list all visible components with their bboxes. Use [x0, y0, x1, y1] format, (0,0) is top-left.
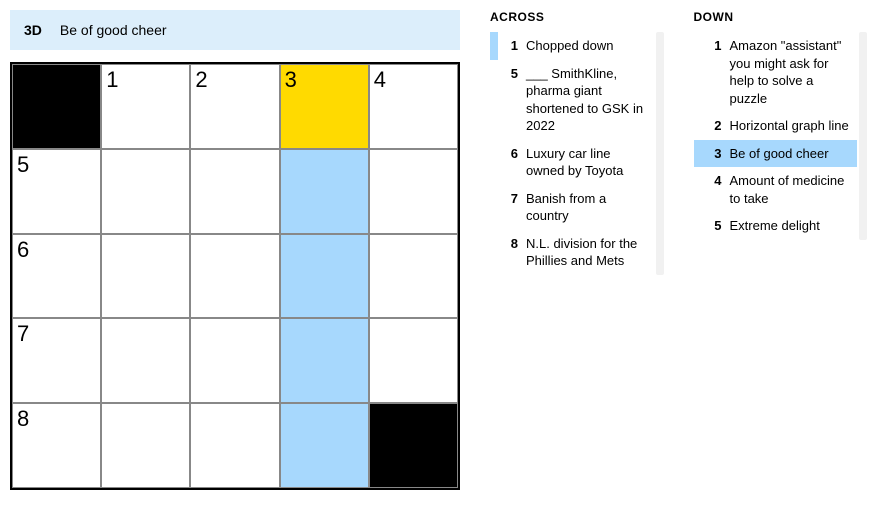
clue-text: ___ SmithKline, pharma giant shortened t… — [526, 65, 650, 135]
clue-number: 3 — [708, 145, 722, 163]
clue-number: 4 — [708, 172, 722, 207]
grid-cell[interactable] — [369, 234, 458, 319]
clue-text: Luxury car line owned by Toyota — [526, 145, 650, 180]
clue-number: 5 — [708, 217, 722, 235]
grid-cell[interactable] — [101, 403, 190, 488]
clue-number: 2 — [708, 117, 722, 135]
clue-number: 7 — [504, 190, 518, 225]
across-clue-8[interactable]: 8N.L. division for the Phillies and Mets — [490, 230, 654, 275]
grid-cell[interactable] — [101, 234, 190, 319]
grid-cell[interactable] — [280, 318, 369, 403]
cell-number: 4 — [374, 67, 386, 93]
clue-text: Chopped down — [526, 37, 650, 55]
grid-cell[interactable] — [280, 403, 369, 488]
crossword-layout: 3D Be of good cheer 1 2 3 4 5 6 7 8 ACROSS 1 Cho… — [10, 10, 867, 490]
down-clue-4[interactable]: 4Amount of medicine to take — [694, 167, 858, 212]
across-clue-list: 1 Chopped down 5___ SmithKline, pharma gia… — [490, 32, 654, 275]
clue-number: 6 — [504, 145, 518, 180]
across-clue-6[interactable]: 6Luxury car line owned by Toyota — [490, 140, 654, 185]
across-clue-1[interactable]: 1 Chopped down — [490, 32, 654, 60]
grid-cell[interactable] — [190, 234, 279, 319]
scrollbar-track[interactable] — [656, 32, 664, 275]
across-clue-5[interactable]: 5___ SmithKline, pharma giant shortened … — [490, 60, 654, 140]
down-clue-5[interactable]: 5 Extreme delight — [694, 212, 858, 240]
scrollbar-track[interactable] — [859, 32, 867, 240]
grid-cell[interactable]: 4 — [369, 64, 458, 149]
grid-cell — [12, 64, 101, 149]
clue-text: Extreme delight — [730, 217, 854, 235]
clue-number: 1 — [504, 37, 518, 55]
grid-cell[interactable] — [280, 149, 369, 234]
clue-text: N.L. division for the Phillies and Mets — [526, 235, 650, 270]
down-clue-list: 1Amazon "assistant" you might ask for he… — [694, 32, 858, 240]
clue-number: 8 — [504, 235, 518, 270]
grid-cell[interactable]: 8 — [12, 403, 101, 488]
grid-cell[interactable]: 1 — [101, 64, 190, 149]
grid-cell[interactable] — [190, 318, 279, 403]
clue-text: Be of good cheer — [730, 145, 854, 163]
cell-number: 3 — [285, 67, 297, 93]
cell-number: 7 — [17, 321, 29, 347]
current-clue-text: Be of good cheer — [60, 22, 167, 38]
grid-cell[interactable] — [101, 149, 190, 234]
clue-text: Amazon "assistant" you might ask for hel… — [730, 37, 854, 107]
across-clue-7[interactable]: 7Banish from a country — [490, 185, 654, 230]
grid-cell[interactable] — [190, 403, 279, 488]
clue-text: Amount of medicine to take — [730, 172, 854, 207]
cell-number: 5 — [17, 152, 29, 178]
grid-cell[interactable] — [369, 149, 458, 234]
grid-cell[interactable] — [101, 318, 190, 403]
grid-cell[interactable]: 2 — [190, 64, 279, 149]
down-heading: DOWN — [694, 10, 858, 24]
down-clue-2[interactable]: 2 Horizontal graph line — [694, 112, 858, 140]
across-column: ACROSS 1 Chopped down 5___ SmithKline, pha… — [490, 10, 664, 275]
grid-cell[interactable]: 5 — [12, 149, 101, 234]
current-clue-bar[interactable]: 3D Be of good cheer — [10, 10, 460, 50]
cell-number: 6 — [17, 237, 29, 263]
crossword-grid[interactable]: 1 2 3 4 5 6 7 8 — [10, 62, 460, 490]
cell-number: 8 — [17, 406, 29, 432]
down-column: DOWN 1Amazon "assistant" you might ask f… — [694, 10, 868, 240]
grid-cell[interactable] — [280, 234, 369, 319]
down-clue-1[interactable]: 1Amazon "assistant" you might ask for he… — [694, 32, 858, 112]
cell-number: 1 — [106, 67, 118, 93]
cell-number: 2 — [195, 67, 207, 93]
across-heading: ACROSS — [490, 10, 654, 24]
grid-cell[interactable]: 7 — [12, 318, 101, 403]
grid-cell — [369, 403, 458, 488]
grid-cell[interactable] — [190, 149, 279, 234]
clue-number: 5 — [504, 65, 518, 135]
grid-cell[interactable] — [369, 318, 458, 403]
clue-text: Horizontal graph line — [730, 117, 854, 135]
grid-cell[interactable]: 3 — [280, 64, 369, 149]
clue-text: Banish from a country — [526, 190, 650, 225]
left-column: 3D Be of good cheer 1 2 3 4 5 6 7 8 — [10, 10, 460, 490]
current-clue-label: 3D — [24, 22, 42, 38]
clue-number: 1 — [708, 37, 722, 107]
down-clue-3[interactable]: 3 Be of good cheer — [694, 140, 858, 168]
grid-cell[interactable]: 6 — [12, 234, 101, 319]
